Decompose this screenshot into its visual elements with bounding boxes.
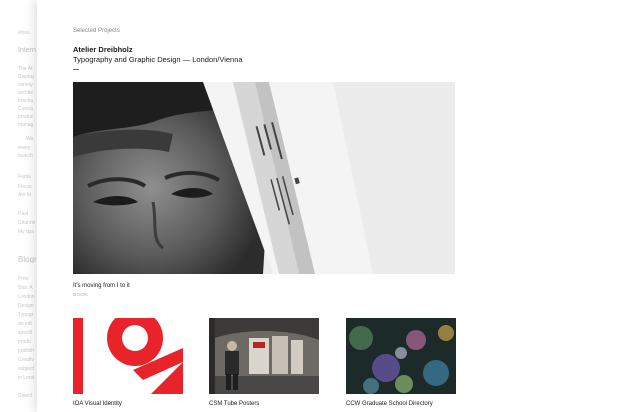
bg-fragment: My tips [18,229,34,235]
bg-fragment: manag [18,122,34,128]
bg-fragment: an edi [18,321,32,327]
bg-fragment: every [18,145,31,151]
bokeh-photo [346,318,456,394]
project-thumbnail[interactable] [73,318,183,394]
bg-fragment: archite [18,90,34,96]
bg-fragment: Typogr [18,312,34,318]
bg-fragment: London [18,294,35,300]
bg-fragment: brochu [18,98,34,104]
featured-project-title[interactable]: It's moving from I to it [73,283,130,289]
bg-fragment: Stor. A [18,285,33,291]
bg-fragment: Channe [18,220,36,226]
bg-fragment: produc [18,114,34,120]
bg-fragment: The At [18,66,33,72]
bg-fragment: Pros [18,276,29,282]
bg-fragment: Display [18,74,35,80]
bg-fragment: launch [18,153,33,159]
bg-fragment: Creativ [18,357,34,363]
project-thumbnail-title[interactable]: IOA Visual Identity [73,401,122,407]
bg-fragment: Downl [18,393,32,399]
bg-fragment: variety [18,82,33,88]
project-overlay: Selected Projects Atelier Dreibholz Typo… [37,0,640,412]
bg-fragment: Past [18,211,29,217]
bg-fragment: in Lond [18,375,35,381]
featured-project-image[interactable] [73,82,455,274]
book-cover-illustration [73,82,455,274]
project-thumbnail-title[interactable]: CSM Tube Posters [209,401,259,407]
breadcrumb[interactable]: Selected Projects [73,28,120,34]
accent-divider [73,69,79,70]
page-subtitle: Typography and Graphic Design — London/V… [73,55,243,64]
project-thumbnail[interactable] [346,318,456,394]
project-thumbnail[interactable] [209,318,319,394]
bg-fragment: specifi [18,330,33,336]
bg-fragment: publish [18,348,34,354]
bg-fragment: Consis [18,106,34,112]
bg-fragment: Focus [18,184,32,190]
ioa-logo-image [73,318,183,394]
project-thumbnail-title[interactable]: CCW Graduate School Directory [346,401,433,407]
bg-fragment: Intern [18,47,36,54]
featured-project-tag: BOOK [73,292,88,297]
bg-fragment: Fanta [18,174,31,180]
page-title: Atelier Dreibholz [73,45,133,54]
bg-fragment: Blogr [18,256,37,263]
bg-fragment: Design [18,303,34,309]
bg-fragment: produ [18,339,31,345]
bg-fragment: Are lu [18,192,32,198]
bg-fragment: Abou [18,30,30,36]
tube-poster-photo [209,318,319,394]
bg-fragment: subject [18,366,34,372]
